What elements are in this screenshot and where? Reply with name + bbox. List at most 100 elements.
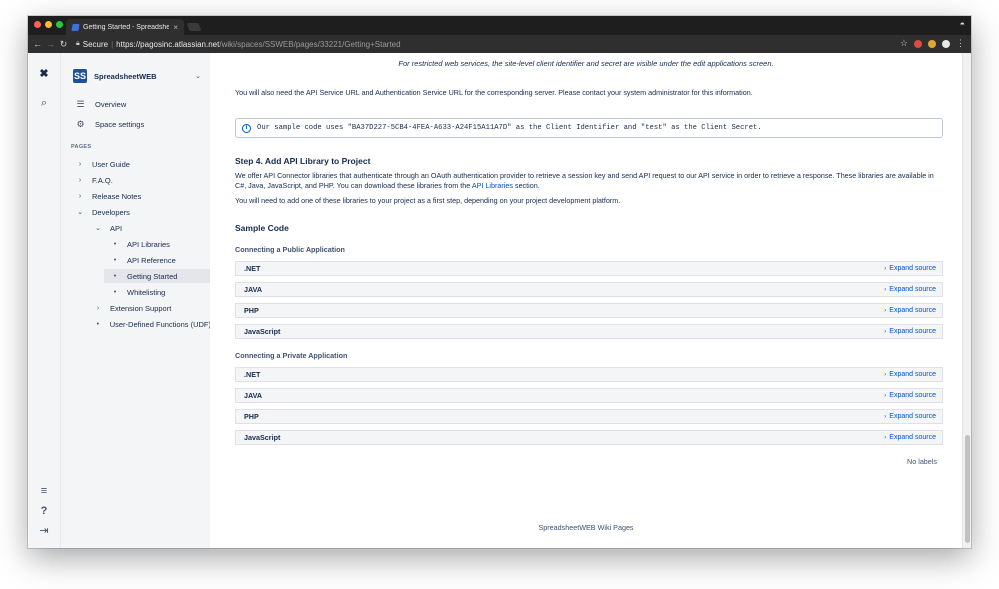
- code-block-public-dotnet[interactable]: .NET › Expand source: [235, 261, 943, 276]
- step4-paragraph-2: You will need to add one of these librar…: [235, 196, 621, 205]
- tree-item-developers[interactable]: ⌄ Developers: [75, 205, 211, 219]
- code-block-public-javascript[interactable]: JavaScript › Expand source: [235, 324, 943, 339]
- chevron-right-icon[interactable]: ›: [75, 193, 85, 200]
- search-icon[interactable]: ⌕: [37, 96, 51, 110]
- window-controls: [34, 21, 63, 28]
- main-content: For restricted web services, the site-le…: [210, 53, 962, 548]
- chevron-down-icon[interactable]: ⌄: [75, 208, 85, 216]
- bullet-icon: •: [113, 288, 117, 296]
- bullet-icon: •: [113, 240, 117, 248]
- public-app-heading: Connecting a Public Application: [235, 245, 345, 254]
- code-block-title: PHP: [244, 306, 259, 315]
- expand-source-button[interactable]: › Expand source: [884, 307, 936, 314]
- page-scrollbar[interactable]: [962, 53, 971, 548]
- confluence-page: ✖ ⌕ ≡ ? ⇥ SS SpreadsheetWEB ⌄ ☰ Overview…: [28, 53, 971, 548]
- address-bar[interactable]: 🔒︎ Secure | https://pagosinc.atlassian.n…: [76, 37, 946, 51]
- bookmark-star-icon[interactable]: ☆: [900, 38, 908, 49]
- tab-title: Getting Started - Spreadsheet: [83, 23, 170, 31]
- bullet-icon: •: [96, 320, 100, 328]
- scrollbar-thumb[interactable]: [965, 435, 970, 543]
- space-header[interactable]: SS SpreadsheetWEB ⌄: [73, 68, 201, 84]
- code-block-title: .NET: [244, 264, 261, 273]
- chevron-down-icon[interactable]: ⌄: [93, 224, 103, 232]
- code-block-private-dotnet[interactable]: .NET › Expand source: [235, 367, 943, 382]
- tab-close-icon[interactable]: ×: [173, 23, 178, 32]
- tree-item-label: User Guide: [92, 159, 130, 169]
- step4-text: We offer API Connector libraries that au…: [235, 171, 934, 190]
- close-window-button[interactable]: [34, 21, 41, 28]
- url-host: https://pagosinc.atlassian.net: [116, 39, 220, 49]
- browser-menu-icon[interactable]: ⋮: [956, 38, 965, 49]
- list-icon: ☰: [76, 99, 85, 109]
- chevron-right-icon[interactable]: ›: [75, 177, 85, 184]
- incognito-icon: ◓: [959, 19, 965, 29]
- forward-icon[interactable]: →: [44, 39, 57, 49]
- chevron-right-icon: ›: [884, 328, 887, 335]
- api-libraries-link[interactable]: API Libraries: [472, 181, 513, 190]
- service-urls-paragraph: You will also need the API Service URL a…: [235, 88, 753, 97]
- sidebar-link-space-settings[interactable]: ⚙ Space settings: [75, 119, 144, 130]
- sidebar-link-overview[interactable]: ☰ Overview: [75, 99, 126, 110]
- code-block-private-javascript[interactable]: JavaScript › Expand source: [235, 430, 943, 445]
- tree-item-label: API: [110, 223, 123, 233]
- browser-tab[interactable]: Getting Started - Spreadsheet ×: [66, 19, 184, 35]
- tree-item-udf[interactable]: • User-Defined Functions (UDF): [93, 317, 211, 331]
- expand-source-button[interactable]: › Expand source: [884, 265, 936, 272]
- tree-item-getting-started[interactable]: • Getting Started: [104, 269, 211, 283]
- back-icon[interactable]: ←: [31, 39, 44, 49]
- chevron-right-icon: ›: [884, 307, 887, 314]
- info-icon: i: [242, 123, 251, 133]
- private-app-heading: Connecting a Private Application: [235, 351, 348, 360]
- expand-source-button[interactable]: › Expand source: [884, 286, 936, 293]
- code-block-title: JavaScript: [244, 327, 281, 336]
- step4-heading: Step 4. Add API Library to Project: [235, 156, 371, 166]
- expand-source-button[interactable]: › Expand source: [884, 392, 936, 399]
- expand-source-button[interactable]: › Expand source: [884, 434, 936, 441]
- help-icon[interactable]: ?: [37, 504, 51, 518]
- chevron-right-icon[interactable]: ›: [75, 161, 85, 168]
- tree-item-whitelisting[interactable]: • Whitelisting: [110, 285, 211, 299]
- extension-yellow-icon[interactable]: [928, 39, 936, 48]
- expand-source-button[interactable]: › Expand source: [884, 413, 936, 420]
- tree-item-api-reference[interactable]: • API Reference: [110, 253, 211, 267]
- extension-white-icon[interactable]: [942, 39, 950, 48]
- code-block-public-java[interactable]: JAVA › Expand source: [235, 282, 943, 297]
- expand-source-button[interactable]: › Expand source: [884, 328, 936, 335]
- new-tab-button[interactable]: [186, 23, 202, 31]
- tree-item-user-guide[interactable]: › User Guide: [75, 157, 211, 171]
- tree-item-api-libraries[interactable]: • API Libraries: [110, 237, 211, 251]
- extension-red-icon[interactable]: [914, 39, 922, 48]
- menu-icon[interactable]: ≡: [37, 484, 51, 498]
- minimize-window-button[interactable]: [45, 21, 52, 28]
- tree-item-label: Release Notes: [92, 191, 142, 201]
- code-block-title: JavaScript: [244, 433, 281, 442]
- code-block-public-php[interactable]: PHP › Expand source: [235, 303, 943, 318]
- chevron-right-icon: ›: [884, 286, 887, 293]
- reload-icon[interactable]: ↻: [57, 39, 70, 50]
- info-panel: i Our sample code uses "BA37D227-5CB4-4F…: [235, 118, 943, 138]
- chevron-down-icon[interactable]: ⌄: [195, 72, 201, 80]
- step4-text-end: section.: [514, 181, 540, 190]
- code-block-private-php[interactable]: PHP › Expand source: [235, 409, 943, 424]
- confluence-logo-icon[interactable]: ✖: [37, 67, 51, 81]
- chevron-right-icon[interactable]: ›: [93, 305, 103, 312]
- browser-toolbar: ← → ↻ 🔒︎ Secure | https://pagosinc.atlas…: [28, 35, 971, 53]
- step4-paragraph: We offer API Connector libraries that au…: [235, 171, 945, 191]
- pages-section-label: PAGES: [71, 144, 92, 150]
- code-block-title: PHP: [244, 412, 259, 421]
- bullet-icon: •: [113, 272, 117, 280]
- tree-item-faq[interactable]: › F.A.Q.: [75, 173, 211, 187]
- code-block-title: JAVA: [244, 391, 263, 400]
- logout-icon[interactable]: ⇥: [37, 524, 51, 538]
- chevron-right-icon: ›: [884, 434, 887, 441]
- expand-source-button[interactable]: › Expand source: [884, 371, 936, 378]
- tree-item-extension-support[interactable]: › Extension Support: [93, 301, 211, 315]
- zoom-window-button[interactable]: [56, 21, 63, 28]
- code-block-private-java[interactable]: JAVA › Expand source: [235, 388, 943, 403]
- expand-source-label: Expand source: [889, 371, 936, 378]
- tree-item-release-notes[interactable]: › Release Notes: [75, 189, 211, 203]
- tree-item-api[interactable]: ⌄ API: [93, 221, 211, 235]
- code-block-title: JAVA: [244, 285, 263, 294]
- info-panel-text: Our sample code uses "BA37D227-5CB4-4FEA…: [257, 124, 762, 132]
- restricted-services-note: For restricted web services, the site-le…: [398, 59, 774, 68]
